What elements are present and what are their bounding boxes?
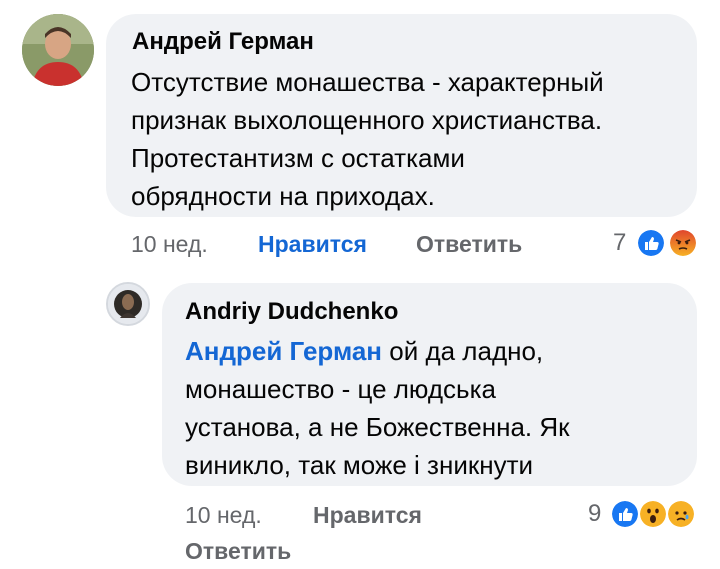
angry-icon	[668, 228, 698, 258]
reply-reply-button[interactable]: Ответить	[185, 538, 291, 565]
wow-icon	[638, 499, 668, 529]
reply-button[interactable]: Ответить	[416, 231, 522, 258]
avatar-andriy[interactable]	[106, 282, 150, 326]
reply-line: ой да ладно,	[389, 336, 544, 366]
reply-timestamp[interactable]: 10 нед.	[185, 502, 262, 529]
reply-line: монашество - це людська	[185, 374, 496, 404]
comment-line: признак выхолощенного христианства.	[131, 105, 603, 135]
reply-line: установа, а не Божественна. Як	[185, 412, 570, 442]
comment-timestamp[interactable]: 10 нед.	[131, 231, 208, 258]
sad-icon	[666, 499, 696, 529]
comment-line: Протестантизм с остатками	[131, 143, 465, 173]
like-icon	[636, 228, 666, 258]
like-icon	[610, 499, 640, 529]
avatar-andrey[interactable]	[22, 14, 94, 86]
reply-text: Андрей Герман ой да ладно, монашество - …	[185, 332, 570, 484]
like-button[interactable]: Нравится	[258, 231, 367, 258]
reply-reaction-count[interactable]: 9	[588, 500, 601, 528]
reply-like-button[interactable]: Нравится	[313, 502, 422, 529]
reaction-count[interactable]: 7	[613, 229, 626, 257]
reply-line: виникло, так може і зникнути	[185, 450, 534, 480]
comment-line: Отсутствие монашества - характерный	[131, 67, 604, 97]
comment-author[interactable]: Андрей Герман	[132, 28, 314, 56]
reply-author[interactable]: Andriy Dudchenko	[185, 298, 398, 326]
mention-link[interactable]: Андрей Герман	[185, 336, 382, 366]
comment-text: Отсутствие монашества - характерный приз…	[131, 63, 604, 215]
comment-line: обрядности на приходах.	[131, 181, 435, 211]
